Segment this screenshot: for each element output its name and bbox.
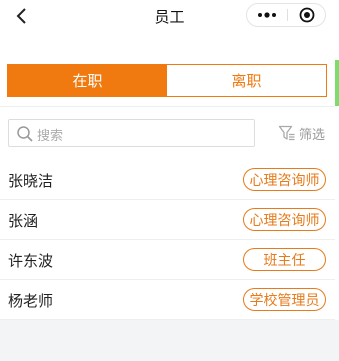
list-item[interactable]: 许东波 班主任 [0, 240, 335, 280]
filter-button[interactable]: 筛选 [278, 121, 325, 145]
mini-program-capsule [246, 3, 326, 27]
role-badge: 心理咨询师 [243, 168, 326, 191]
role-badge: 班主任 [243, 248, 326, 271]
section-divider [0, 106, 335, 107]
side-accent-bar [335, 60, 339, 106]
search-input[interactable]: 搜索 [8, 119, 255, 147]
role-badge: 心理咨询师 [243, 208, 326, 231]
employee-name: 杨老师 [8, 292, 54, 310]
status-tabs: 在职 离职 [7, 64, 327, 97]
list-item[interactable]: 张涵 心理咨询师 [0, 200, 335, 240]
bottom-background-area [0, 320, 339, 361]
employee-name: 张涵 [8, 212, 39, 230]
list-item[interactable]: 杨老师 学校管理员 [0, 280, 335, 320]
employee-name: 张晓洁 [8, 172, 54, 190]
employee-list: 张晓洁 心理咨询师 张涵 心理咨询师 许东波 班主任 杨老师 学校管理员 [0, 160, 335, 320]
tab-departed-employees[interactable]: 离职 [167, 65, 326, 96]
filter-label: 筛选 [299, 127, 326, 143]
list-item[interactable]: 张晓洁 心理咨询师 [0, 160, 335, 200]
employee-name: 许东波 [8, 252, 54, 270]
more-dots-icon[interactable] [247, 4, 287, 26]
filter-icon [278, 124, 296, 142]
search-placeholder: 搜索 [37, 129, 64, 144]
tab-active-employees[interactable]: 在职 [8, 65, 167, 96]
role-badge: 学校管理员 [243, 288, 326, 311]
search-icon [16, 125, 34, 143]
navigation-bar: 员工 [0, 0, 339, 32]
target-close-icon[interactable] [288, 4, 326, 26]
